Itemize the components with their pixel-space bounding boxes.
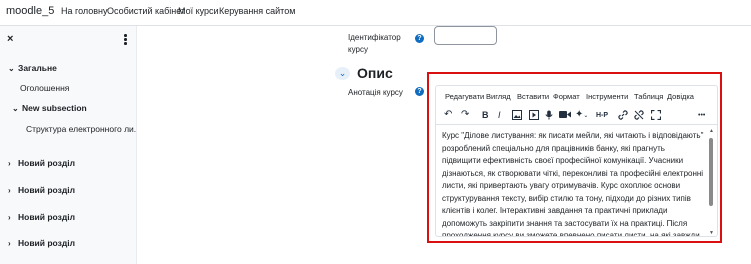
close-drawer-icon[interactable]: ×: [7, 33, 13, 45]
image-icon[interactable]: [512, 110, 522, 123]
course-id-input[interactable]: [434, 26, 497, 45]
site-brand[interactable]: moodle_5: [6, 5, 54, 17]
unlink-icon[interactable]: [634, 110, 644, 123]
fullscreen-icon[interactable]: [650, 109, 662, 123]
menu-help[interactable]: Довідка: [667, 92, 694, 101]
menu-edit[interactable]: Редагувати: [445, 92, 484, 101]
nav-dashboard-link[interactable]: Особистий кабінет: [107, 6, 185, 16]
scrollbar-thumb[interactable]: [709, 138, 713, 206]
editor-toolbar: ↶ ↷ B I ✦⌄ H-P •••: [436, 105, 717, 125]
microphone-icon[interactable]: [545, 110, 553, 123]
course-edit-form: Ідентифікатор курсу ? ⌄ Опис Анотація ку…: [137, 26, 751, 264]
media-icon[interactable]: [529, 110, 539, 123]
menu-insert[interactable]: Вставити: [517, 92, 549, 101]
help-icon[interactable]: ?: [415, 87, 424, 96]
activity-announcements[interactable]: Оголошення: [20, 83, 69, 93]
scroll-down-icon[interactable]: ▼: [709, 230, 714, 236]
chevron-down-icon[interactable]: ⌄: [8, 64, 18, 73]
chevron-down-icon[interactable]: ⌄: [335, 67, 350, 80]
link-icon[interactable]: [618, 110, 628, 123]
activity-structure[interactable]: Структура електронного ли...: [26, 124, 136, 134]
nav-site-admin-link[interactable]: Керування сайтом: [219, 6, 295, 16]
video-camera-icon[interactable]: [559, 110, 571, 122]
course-summary-label: Анотація курсу: [348, 88, 403, 97]
chevron-right-icon[interactable]: ›: [8, 159, 18, 168]
menu-format[interactable]: Формат: [553, 92, 580, 101]
rich-text-editor[interactable]: Редагувати Вигляд Вставити Формат Інстру…: [435, 85, 718, 237]
more-icon[interactable]: •••: [698, 111, 705, 121]
chevron-right-icon[interactable]: ›: [8, 239, 18, 248]
undo-icon[interactable]: ↶: [444, 110, 452, 120]
section-heading-description: Опис: [357, 65, 393, 81]
editor-content[interactable]: Курс "Ділове листування: як писати мейли…: [442, 130, 704, 236]
nav-my-courses-link[interactable]: Мої курси: [178, 6, 219, 16]
menu-tools[interactable]: Інструменти: [586, 92, 628, 101]
subsection-new[interactable]: ⌄ New subsection: [12, 103, 87, 113]
nav-home-link[interactable]: На головну: [61, 6, 108, 16]
menu-table[interactable]: Таблиця: [634, 92, 663, 101]
section-new-2[interactable]: › Новий розділ: [8, 185, 75, 195]
bold-icon[interactable]: B: [482, 110, 489, 120]
scroll-up-icon[interactable]: ▲: [709, 128, 714, 134]
section-new-3[interactable]: › Новий розділ: [8, 212, 75, 222]
redo-icon[interactable]: ↷: [461, 110, 469, 120]
editor-scrollbar[interactable]: ▲ ▼: [708, 128, 715, 236]
chevron-right-icon[interactable]: ›: [8, 213, 18, 222]
ai-sparkle-icon[interactable]: ✦⌄: [575, 110, 588, 121]
section-new-1[interactable]: › Новий розділ: [8, 158, 75, 168]
section-new-4[interactable]: › Новий розділ: [8, 238, 75, 248]
chevron-down-icon[interactable]: ⌄: [12, 104, 22, 113]
top-navbar: moodle_5 На головну Особистий кабінет Мо…: [0, 0, 751, 26]
section-general[interactable]: ⌄ Загальне: [8, 63, 57, 73]
chevron-right-icon[interactable]: ›: [8, 186, 18, 195]
course-index-drawer: × ⌄ Загальне Оголошення ⌄ New subsection С…: [0, 26, 137, 264]
help-icon[interactable]: ?: [415, 34, 424, 43]
h5p-icon[interactable]: H-P: [596, 111, 608, 121]
course-id-label: Ідентифікатор курсу: [348, 33, 401, 54]
editor-menubar: Редагувати Вигляд Вставити Формат Інстру…: [436, 86, 717, 103]
menu-view[interactable]: Вигляд: [486, 92, 511, 101]
italic-icon[interactable]: I: [498, 110, 501, 120]
drawer-menu-icon[interactable]: [124, 34, 127, 46]
